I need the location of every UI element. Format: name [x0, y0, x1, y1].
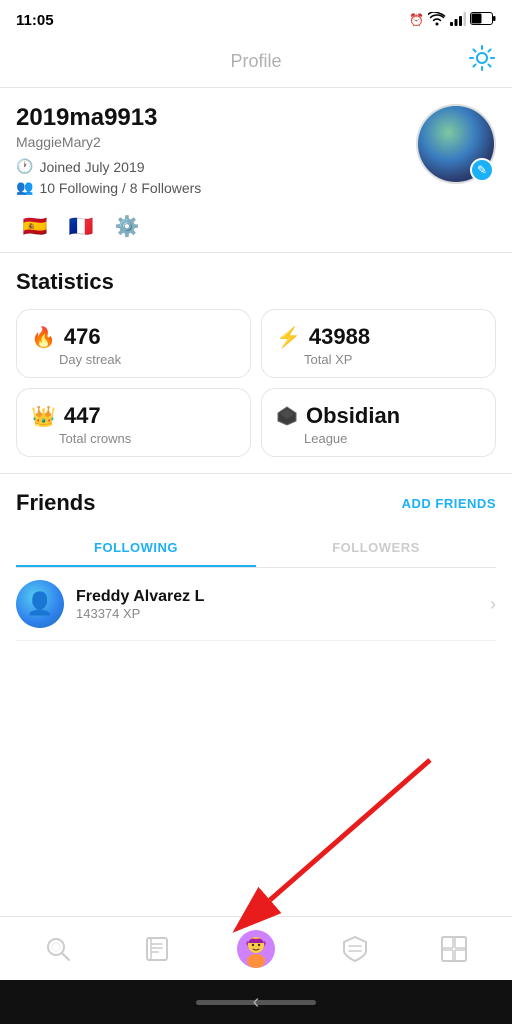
streak-value: 476 — [64, 324, 101, 350]
alarm-icon: ⏰ — [409, 13, 424, 27]
crown-icon: 👑 — [31, 404, 56, 429]
profile-section: 2019ma9913 MaggieMary2 🕐 Joined July 201… — [0, 88, 512, 253]
crowns-label: Total crowns — [59, 431, 236, 446]
friends-header: Friends ADD FRIENDS — [16, 490, 496, 516]
character-nav-icon — [236, 929, 276, 969]
avatar-wrap[interactable]: ✎ — [416, 104, 496, 184]
streak-label: Day streak — [59, 352, 236, 367]
friend-xp: 143374 XP — [76, 606, 490, 621]
add-friends-button[interactable]: ADD FRIENDS — [402, 496, 496, 511]
tabs-row: FOLLOWING FOLLOWERS — [16, 530, 496, 568]
profile-handle: MaggieMary2 — [16, 134, 416, 150]
flags-row: 🇪🇸 🇫🇷 ⚙️ — [16, 212, 496, 240]
xp-label: Total XP — [304, 352, 481, 367]
statistics-section: Statistics 🔥 476 Day streak ⚡ 43988 Tota… — [0, 253, 512, 474]
nav-item-learn[interactable] — [107, 917, 206, 980]
bottom-nav — [0, 916, 512, 980]
stat-card-streak: 🔥 476 Day streak — [16, 309, 251, 378]
nav-item-shop[interactable] — [405, 917, 504, 980]
status-time: 11:05 — [16, 12, 54, 29]
back-arrow-icon: ‹ — [253, 991, 260, 1014]
profile-joined: 🕐 Joined July 2019 — [16, 158, 416, 175]
book-nav-icon — [142, 934, 172, 964]
friend-avatar-image: 👤 — [16, 580, 64, 628]
fire-icon: 🔥 — [31, 325, 56, 350]
obsidian-icon — [276, 405, 298, 427]
friends-section: Friends ADD FRIENDS FOLLOWING FOLLOWERS … — [0, 474, 512, 641]
friend-avatar: 👤 — [16, 580, 64, 628]
shield-nav-icon — [340, 934, 370, 964]
friends-title: Friends — [16, 490, 95, 516]
stat-card-xp: ⚡ 43988 Total XP — [261, 309, 496, 378]
flag-spanish[interactable]: 🇪🇸 — [16, 212, 54, 240]
stats-grid: 🔥 476 Day streak ⚡ 43988 Total XP 👑 447 … — [16, 309, 496, 457]
search-nav-icon — [43, 934, 73, 964]
battery-icon — [470, 12, 496, 28]
wifi-icon — [428, 12, 446, 29]
clock-icon: 🕐 — [16, 158, 33, 175]
profile-username: 2019ma9913 — [16, 104, 416, 132]
friend-info: Freddy Alvarez L 143374 XP — [76, 588, 490, 621]
nav-item-character[interactable] — [206, 917, 305, 980]
status-bar: 11:05 ⏰ — [0, 0, 512, 36]
nav-item-league[interactable] — [306, 917, 405, 980]
tab-followers[interactable]: FOLLOWERS — [256, 530, 496, 567]
flag-french[interactable]: 🇫🇷 — [62, 212, 100, 240]
nav-item-search[interactable] — [8, 917, 107, 980]
avatar-edit-badge[interactable]: ✎ — [470, 158, 494, 182]
gear-icon[interactable] — [468, 44, 496, 79]
stat-card-league: Obsidian League — [261, 388, 496, 457]
home-indicator: ‹ — [0, 980, 512, 1024]
stat-card-crowns: 👑 447 Total crowns — [16, 388, 251, 457]
status-icons: ⏰ — [409, 12, 496, 29]
profile-follow-counts: 👥 10 Following / 8 Followers — [16, 179, 416, 196]
flag-settings[interactable]: ⚙️ — [108, 212, 146, 240]
profile-info: 2019ma9913 MaggieMary2 🕐 Joined July 201… — [16, 104, 416, 200]
people-icon: 👥 — [16, 179, 33, 196]
statistics-title: Statistics — [16, 269, 496, 295]
league-value: Obsidian — [306, 403, 400, 429]
signal-icon — [450, 12, 466, 29]
shop-nav-icon — [439, 934, 469, 964]
lightning-icon: ⚡ — [276, 325, 301, 350]
friend-name: Freddy Alvarez L — [76, 588, 490, 606]
crowns-value: 447 — [64, 403, 101, 429]
page-title: Profile — [230, 51, 281, 72]
tab-following[interactable]: FOLLOWING — [16, 530, 256, 567]
league-label: League — [304, 431, 481, 446]
header: Profile — [0, 36, 512, 88]
xp-value: 43988 — [309, 324, 370, 350]
profile-meta: 🕐 Joined July 2019 👥 10 Following / 8 Fo… — [16, 158, 416, 196]
friend-item[interactable]: 👤 Freddy Alvarez L 143374 XP › — [16, 568, 496, 641]
chevron-right-icon: › — [490, 594, 496, 615]
